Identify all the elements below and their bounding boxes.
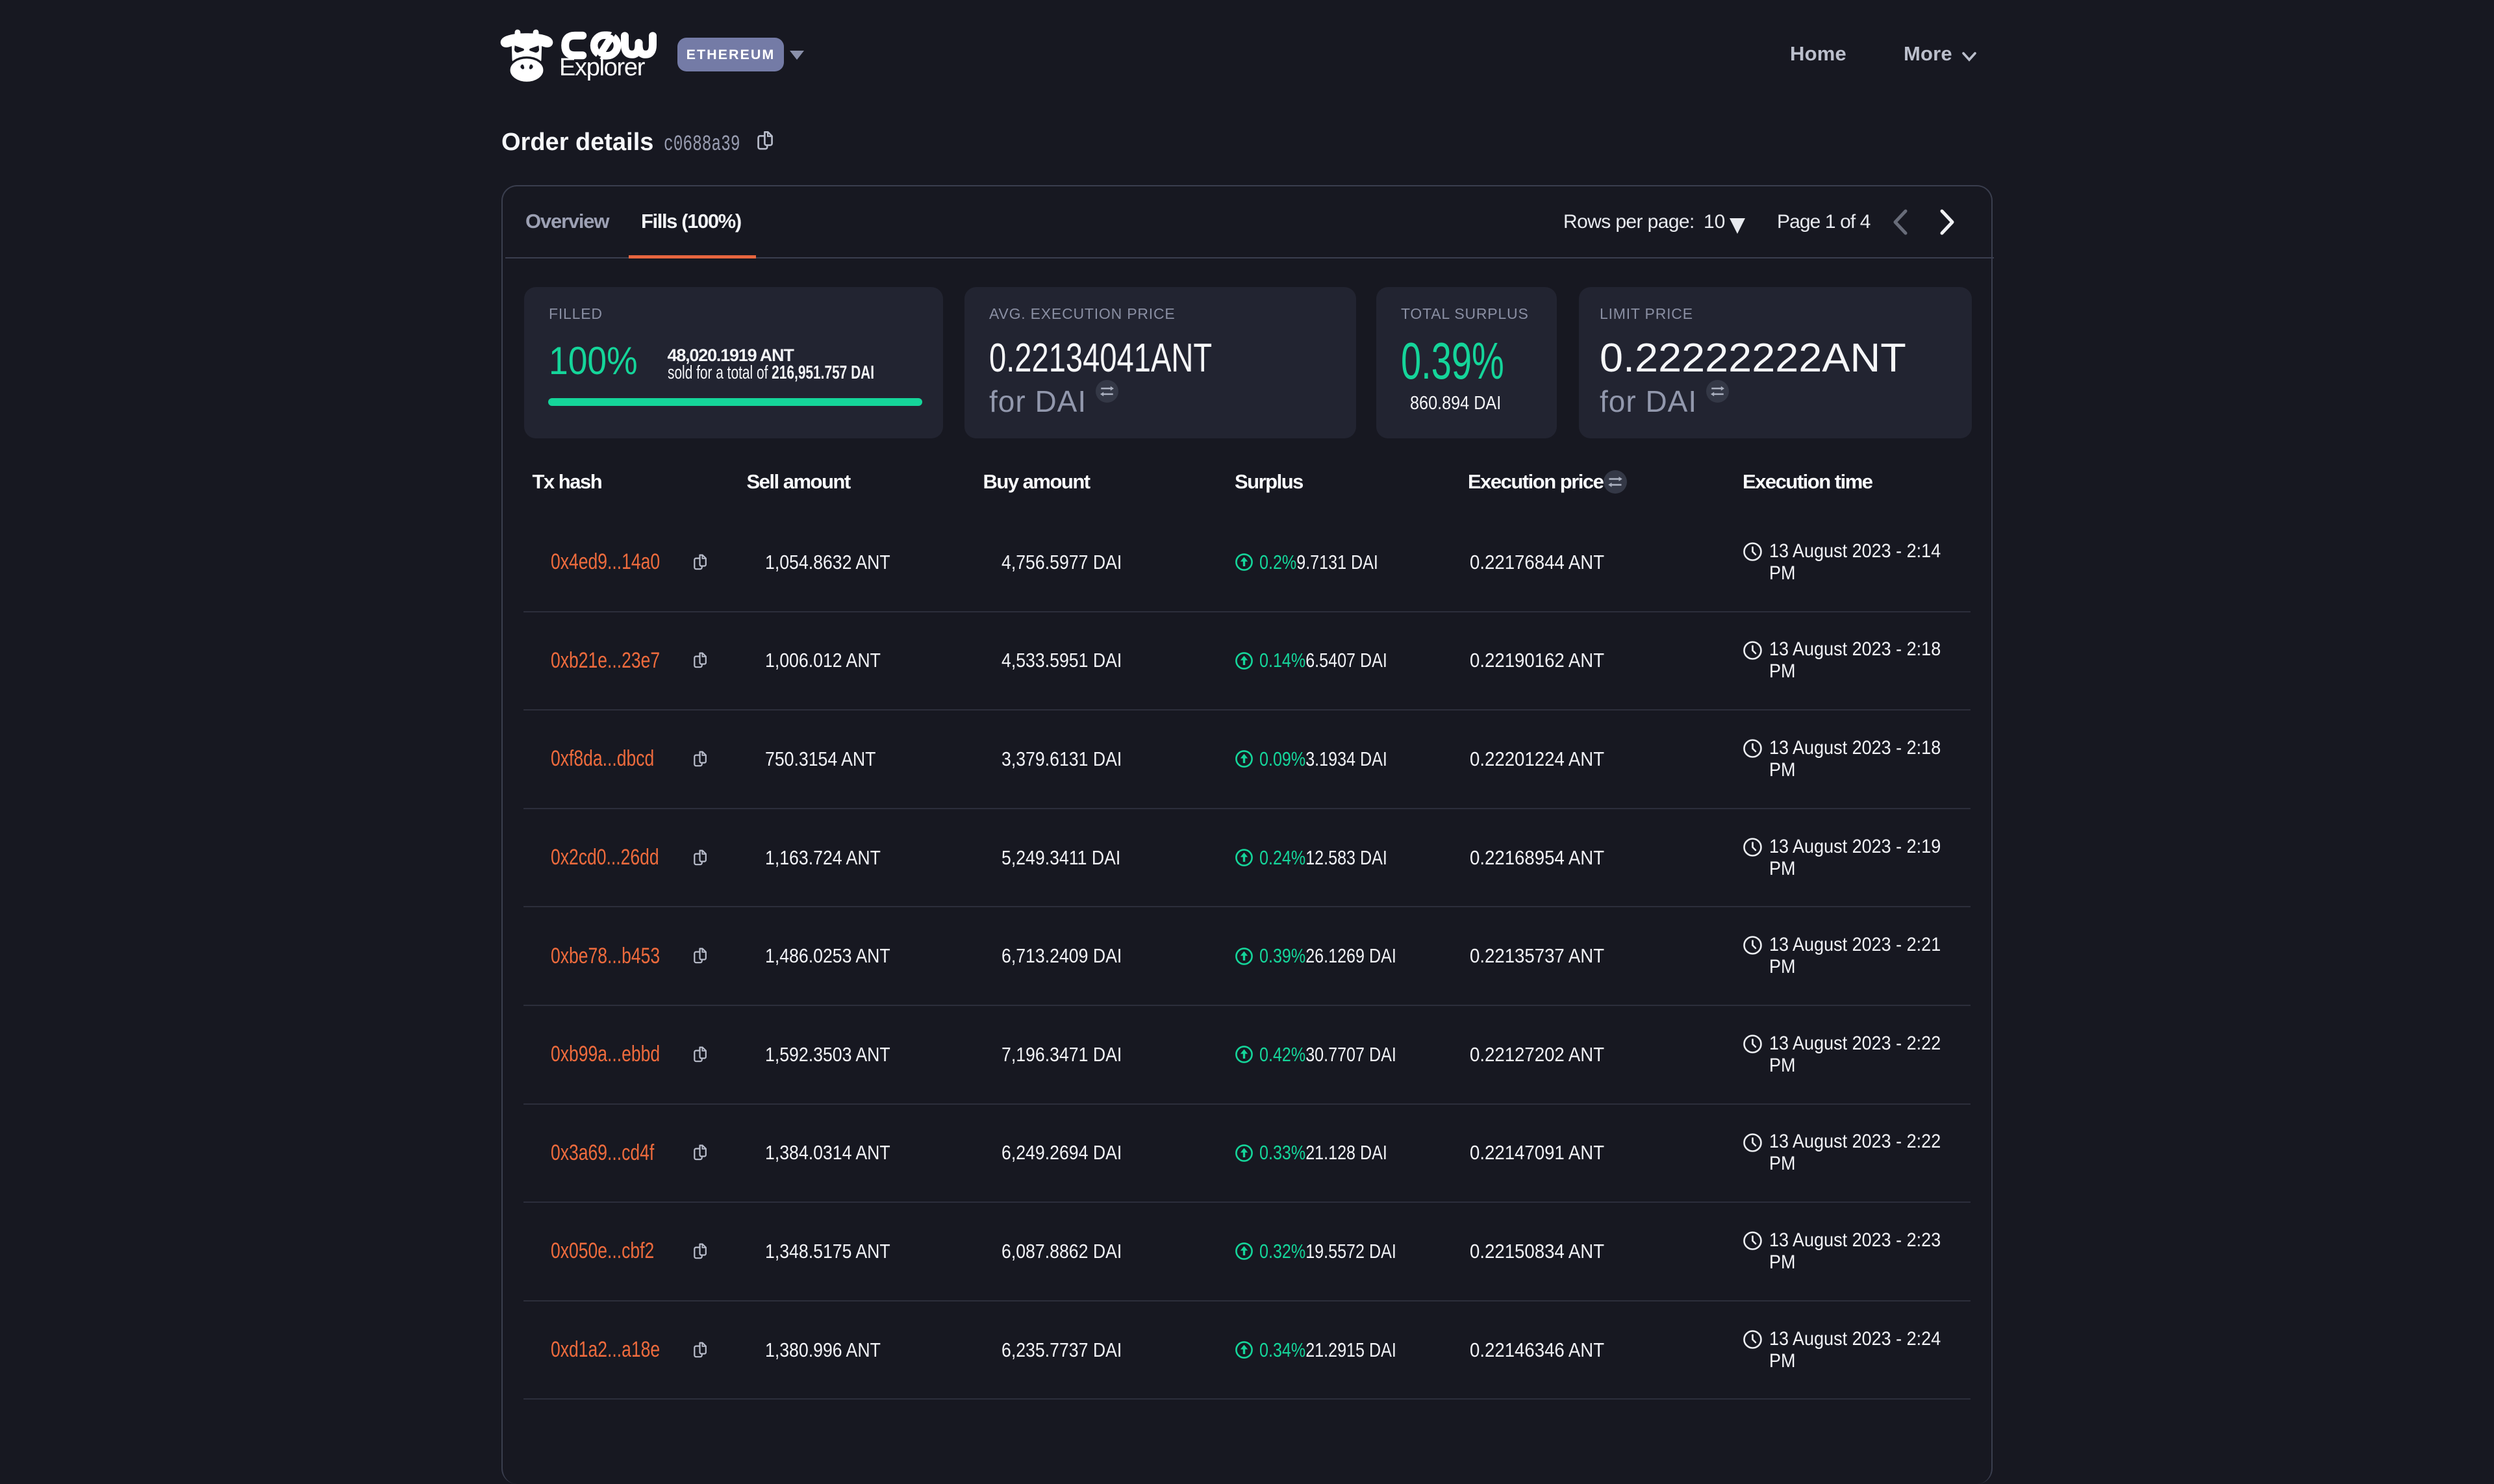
svg-text:Explorer: Explorer	[561, 54, 646, 81]
